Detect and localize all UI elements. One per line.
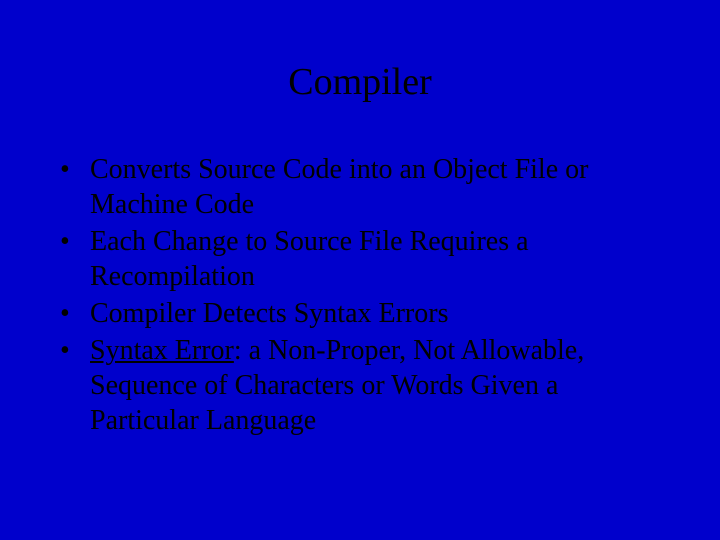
bullet-item: Compiler Detects Syntax Errors [60, 296, 670, 331]
bullet-item: Converts Source Code into an Object File… [60, 152, 670, 222]
term-underline: Syntax Error [90, 335, 234, 366]
slide-content: Converts Source Code into an Object File… [50, 152, 670, 438]
slide-title: Compiler [50, 60, 670, 104]
bullet-item: Each Change to Source File Requires a Re… [60, 224, 670, 294]
bullet-list: Converts Source Code into an Object File… [60, 152, 670, 438]
bullet-item: Syntax Error: a Non-Proper, Not Allowabl… [60, 333, 670, 438]
slide-container: Compiler Converts Source Code into an Ob… [0, 0, 720, 540]
